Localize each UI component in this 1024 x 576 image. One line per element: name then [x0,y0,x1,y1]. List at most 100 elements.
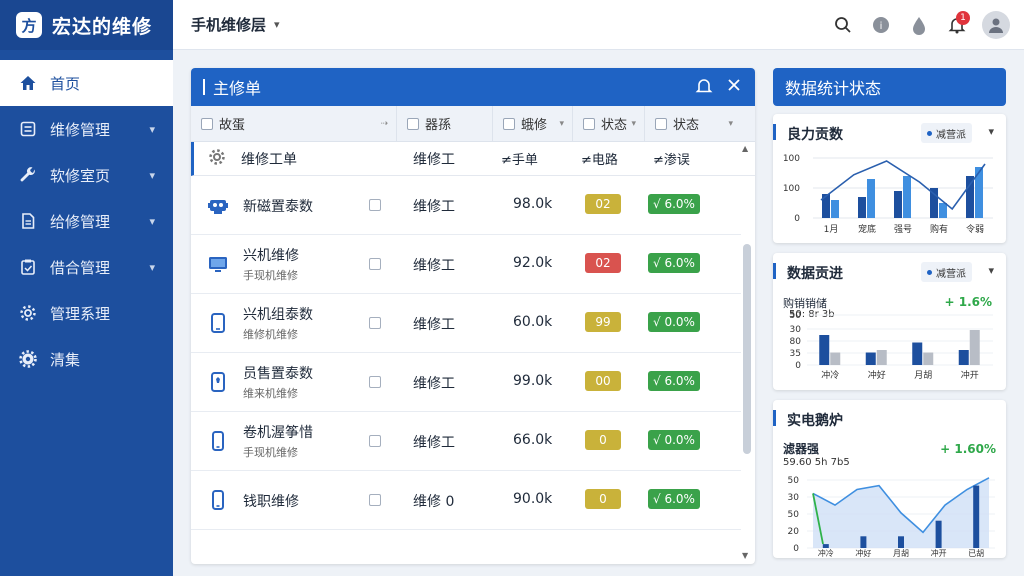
chevron-down-icon[interactable]: ▾ [149,169,155,182]
bar [831,200,839,218]
row-checkbox[interactable] [369,376,381,388]
row-checkbox[interactable] [369,494,381,506]
column-label: 器孫 [425,118,452,133]
sidebar-item[interactable]: 维修管理 ▾ [0,106,173,152]
stats-card-3: 实电鹅炉 滤器强 59.60 5h 7b5 + 1.60% 50 30 50 20 0 冲… [773,400,1006,558]
row-name: 员售置泰数 [243,366,313,382]
column-header[interactable]: 状态 ▾ [573,106,645,141]
tablet-icon [207,312,229,334]
droplet-icon[interactable] [904,10,934,40]
y-tick-label: 0 [795,361,801,371]
chevron-down-icon[interactable]: ▾ [274,18,280,31]
bar [973,485,980,548]
row-checkbox[interactable] [369,435,381,447]
status-badge: 00 [585,371,621,391]
chevron-down-icon[interactable]: ▾ [149,215,155,228]
svg-text:i: i [880,21,883,32]
chart-3: 50 30 50 20 0 冲冷 冲好 月胡 冲开 已胡 [788,476,995,558]
phone-tool-icon [207,371,229,393]
y-tick-label: 100 [783,184,800,194]
sidebar-item[interactable]: 管理系理 [0,290,173,336]
chevron-down-icon[interactable]: ▾ [728,119,733,129]
info-icon[interactable]: i [866,10,896,40]
chevron-down-icon[interactable]: ▾ [631,119,636,129]
x-tick-label: 月胡 [914,369,932,381]
x-tick-label: 冲开 [931,548,947,558]
column-header[interactable]: 蛾修 ▾ [493,106,573,141]
sidebar-nav: 首页 维修管理 ▾ 软修室页 ▾ 给修管理 ▾ 借合管理 ▾ 管理系理清集 [0,60,173,382]
sidebar-item-label: 管理系理 [50,304,111,323]
notification-bell-icon[interactable]: 1 [942,10,972,40]
table-header: 故蛋 ⇢ 器孫 蛾修 ▾ 状态 ▾ 状态 ▾ [191,106,755,142]
row-amount: 90.0k [513,491,553,507]
scrollbar-thumb[interactable] [743,244,751,454]
chevron-down-icon[interactable]: ▾ [149,261,155,274]
row-checkbox[interactable] [369,258,381,270]
bell-icon[interactable] [695,77,713,99]
search-icon[interactable] [828,10,858,40]
row-amount: 98.0k [513,196,553,212]
gear-badge-icon [18,303,38,323]
x-tick-label: 月胡 [893,548,909,558]
list-icon [18,119,38,139]
chevron-down-icon[interactable]: ▾ [559,119,564,129]
bar [876,350,887,365]
sidebar-item[interactable]: 软修室页 ▾ [0,152,173,198]
sidebar-item[interactable]: 给修管理 ▾ [0,198,173,244]
sort-icon[interactable]: ⇢ [380,119,388,129]
row-checkbox[interactable] [369,317,381,329]
sidebar: 方 宏达的维修 首页 维修管理 ▾ 软修室页 ▾ 给修管理 ▾ 借合管理 ▾ 管理系理 清集 [0,0,173,576]
top-icons: i 1 [820,0,1010,50]
status-badge: 0 [585,489,621,509]
header-checkbox[interactable] [503,117,515,130]
table-row[interactable]: 员售置泰数 维来机维修 维修工 99.0k 00 √ 6.0% [191,353,741,412]
column-header[interactable]: 状态 ▾ [645,106,741,141]
y-tick-label: 80 [790,337,802,347]
header-checkbox[interactable] [583,117,595,130]
avatar[interactable] [982,11,1010,39]
bar [865,352,876,365]
scroll-down-icon[interactable]: ▼ [742,551,748,560]
scroll-up-icon[interactable]: ▲ [742,144,748,153]
table-row[interactable]: 卷机渥筝惜 手现机维修 维修工 66.0k 0 √ 0.0% [191,412,741,471]
table-row[interactable]: 兴机维修 手现机维修 维修工 92.0k 02 √ 6.0% [191,235,741,294]
panel-title: 主修单 [213,79,262,98]
phone-icon [207,430,229,452]
scrollbar[interactable]: ▲ ▼ [742,144,751,560]
sidebar-item[interactable]: 借合管理 ▾ [0,244,173,290]
chart-2: 50 30 80 35 0 冲冷 冲好 月胡 冲开 [790,311,993,381]
row-checkbox[interactable] [369,199,381,211]
breadcrumb[interactable]: 手机维修层 [191,14,266,35]
x-tick-label: 宠底 [858,223,876,235]
table-row[interactable]: 兴机组泰数 维修机维修 维修工 60.0k 99 √ 0.0% [191,294,741,353]
x-tick-label: 购有 [930,223,948,235]
column-header[interactable]: 故蛋 ⇢ [191,106,397,141]
y-tick-label: 35 [790,349,801,359]
table-row[interactable]: 钱职维修 维修 0 90.0k 0 √ 6.0% [191,471,741,530]
rate-badge: √ 6.0% [648,489,700,509]
sidebar-item-label: 借合管理 [50,258,111,277]
subheader-status: ≠电路 [581,153,618,168]
chevron-down-icon[interactable]: ▾ [149,123,155,136]
close-icon[interactable] [727,77,741,99]
header-checkbox[interactable] [655,117,667,130]
home-icon [18,73,38,93]
header-checkbox[interactable] [201,117,213,130]
subheader-name: 维修工单 [241,151,297,168]
sidebar-item[interactable]: 首页 [0,60,173,106]
table-row[interactable]: 新磁置泰数 维修工 98.0k 02 √ 6.0% [191,176,741,235]
sidebar-item[interactable]: 清集 [0,336,173,382]
row-subtitle: 手现机维修 [243,446,298,459]
row-worker: 维修工 [413,258,455,274]
document-icon [18,211,38,231]
row-name: 新磁置泰数 [243,199,313,215]
header-checkbox[interactable] [407,117,419,130]
column-header[interactable]: 器孫 [397,106,493,141]
x-tick-label: 冲好 [868,369,886,381]
row-subtitle: 维修机维修 [243,328,298,341]
bar [822,544,829,548]
y-tick-label: 50 [788,476,800,486]
x-tick-label: 冲冷 [818,548,834,558]
bar [966,176,974,218]
column-label: 状态 [673,118,700,133]
